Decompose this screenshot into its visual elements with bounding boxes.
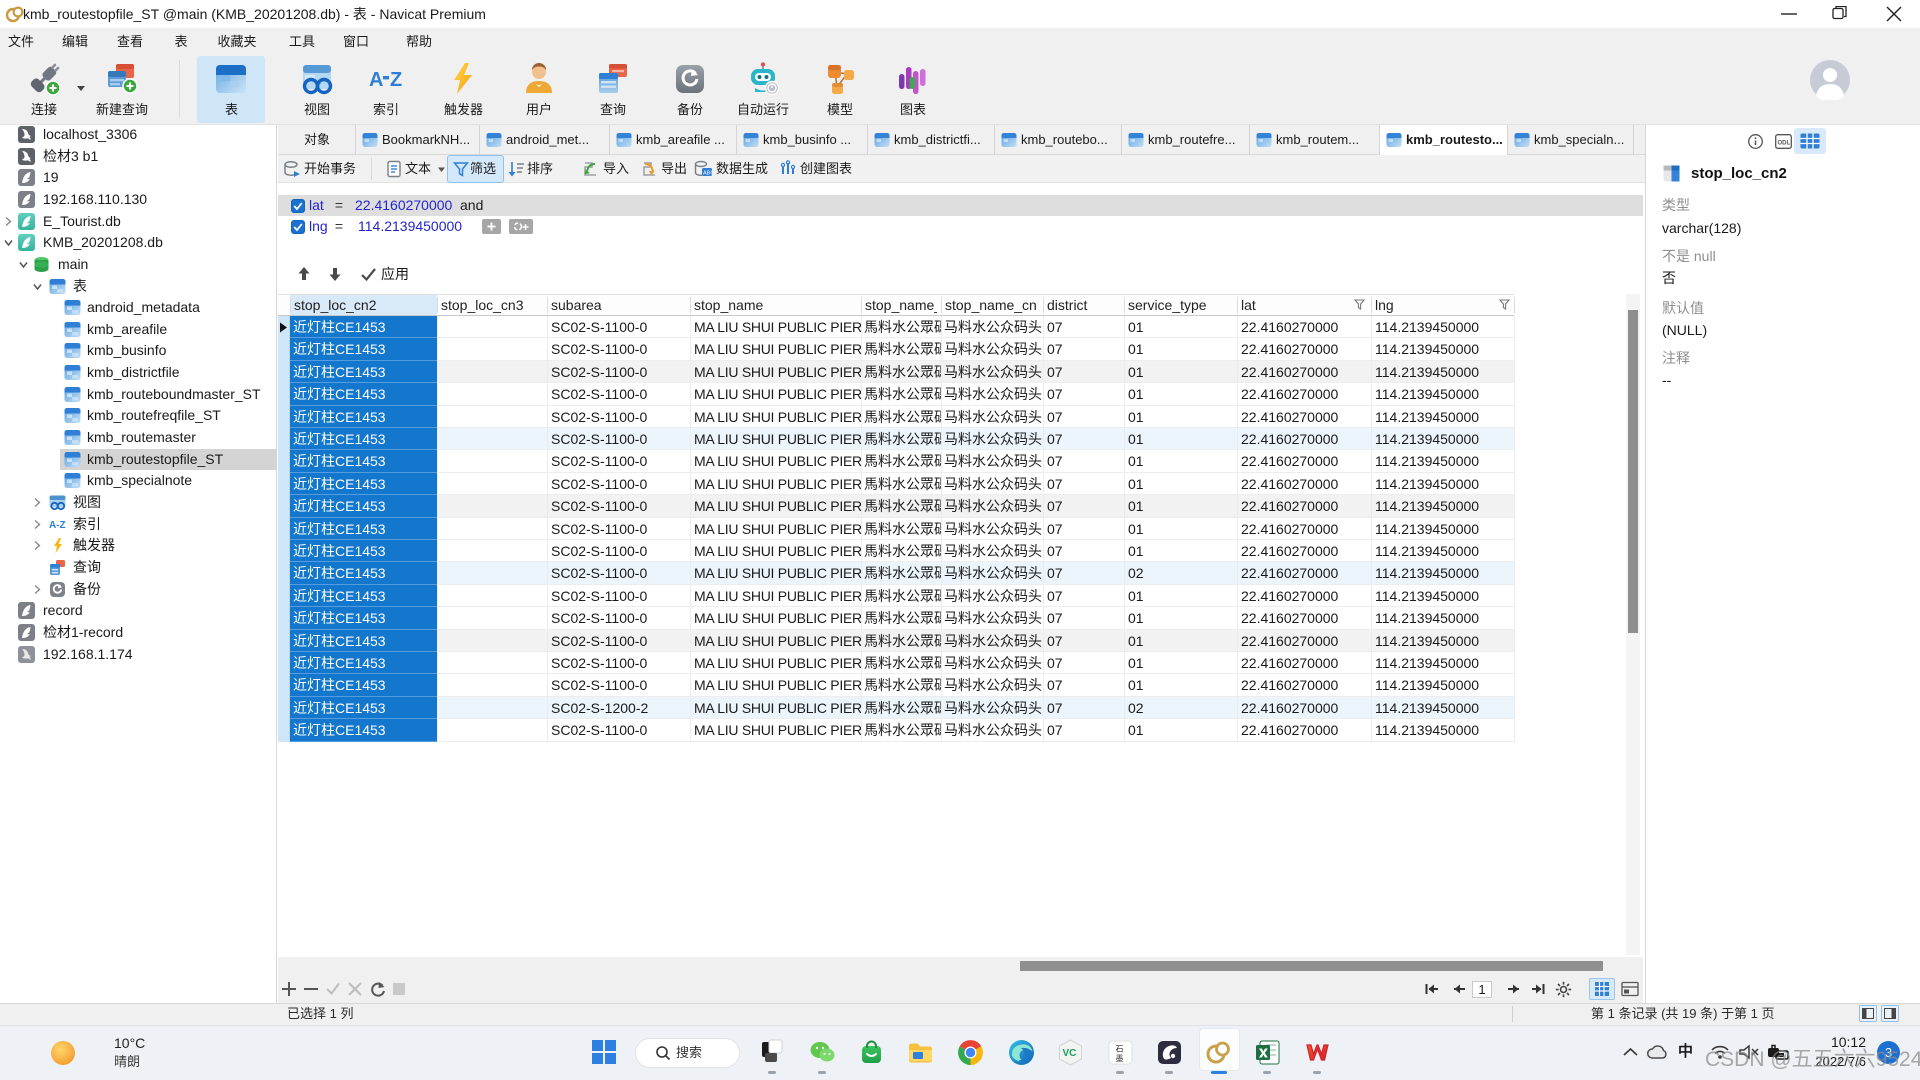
svg-text:ABC: ABC	[703, 171, 712, 177]
svg-text:Z: Z	[390, 69, 402, 91]
svg-text:墨: 墨	[1116, 1054, 1124, 1063]
svg-text:石: 石	[1116, 1045, 1124, 1054]
svg-text:ODL: ODL	[1778, 141, 1791, 147]
svg-text:A-Z: A-Z	[49, 520, 66, 531]
svg-text:A: A	[369, 69, 383, 91]
svg-text:VC: VC	[1063, 1048, 1077, 1059]
